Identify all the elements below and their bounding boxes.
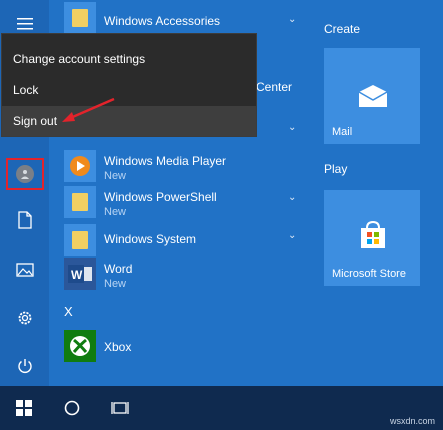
app-name: Windows System: [104, 232, 197, 246]
list-item-word[interactable]: W Word New: [60, 254, 310, 298]
svg-text:W: W: [71, 268, 83, 282]
pictures-icon: [15, 263, 34, 277]
word-icon: W: [68, 265, 92, 283]
lock-item[interactable]: Lock: [2, 75, 256, 105]
app-name: Windows Accessories: [104, 14, 221, 28]
app-tile: [64, 330, 96, 362]
taskbar: wsxdn.com: [0, 386, 443, 430]
folder-icon: [72, 193, 88, 211]
folder-icon: [72, 9, 88, 27]
create-header: Create: [324, 22, 361, 36]
start-menu: Windows Accessories ⌄ Center ⌄ Windows M…: [0, 0, 443, 386]
pointer-arrow-annotation: [62, 97, 115, 122]
tiles-panel: Create Mail Play Microsoft Store: [318, 0, 443, 386]
app-name: Center: [256, 80, 293, 94]
documents-button[interactable]: [0, 200, 49, 240]
highlight-frame: [5, 158, 44, 190]
app-new-badge: New: [104, 278, 127, 290]
user-icon: [15, 165, 34, 183]
store-icon: [361, 220, 385, 248]
start-button[interactable]: [0, 386, 48, 430]
documents-icon: [17, 211, 32, 229]
app-tile: [64, 150, 96, 182]
search-circle-icon: [64, 400, 80, 416]
app-tile: [64, 2, 96, 34]
app-new-badge: New: [104, 206, 127, 218]
app-name: Windows PowerShell: [104, 190, 217, 204]
chevron-down-icon[interactable]: ⌄: [288, 122, 296, 133]
pictures-button[interactable]: [0, 250, 49, 290]
power-button[interactable]: [0, 346, 49, 386]
mail-tile[interactable]: Mail: [324, 48, 420, 144]
chevron-down-icon[interactable]: ⌄: [288, 230, 296, 241]
app-tile: [64, 186, 96, 218]
mail-icon: [358, 85, 388, 107]
list-item-xbox[interactable]: Xbox: [60, 326, 310, 370]
watermark: wsxdn.com: [389, 416, 435, 426]
hamburger-icon: [16, 18, 33, 30]
chevron-down-icon[interactable]: ⌄: [288, 192, 296, 203]
app-tile: [64, 224, 96, 256]
sign-out-item[interactable]: Sign out: [2, 106, 256, 136]
app-name: Word: [104, 262, 133, 276]
mail-label: Mail: [332, 126, 353, 138]
xbox-icon: [70, 336, 90, 356]
store-tile[interactable]: Microsoft Store: [324, 190, 420, 286]
chevron-down-icon[interactable]: ⌄: [288, 14, 296, 25]
user-account-button[interactable]: [0, 154, 49, 194]
play-header: Play: [324, 162, 348, 176]
account-context-menu: Change account settings Lock Sign out: [1, 33, 257, 137]
app-name: Xbox: [104, 340, 132, 354]
task-view-icon: [111, 402, 129, 414]
folder-icon: [72, 231, 88, 249]
settings-icon: [18, 311, 31, 325]
section-letter-x[interactable]: X: [64, 304, 73, 319]
power-icon: [17, 359, 32, 373]
change-account-settings-item[interactable]: Change account settings: [2, 44, 256, 74]
media-player-icon: [70, 156, 90, 176]
search-button[interactable]: [48, 386, 96, 430]
task-view-button[interactable]: [96, 386, 144, 430]
app-tile: W: [64, 258, 96, 290]
store-label: Microsoft Store: [332, 268, 406, 280]
settings-button[interactable]: [0, 298, 49, 338]
app-new-badge: New: [104, 170, 127, 182]
windows-logo-icon: [16, 400, 32, 416]
app-name: Windows Media Player: [104, 154, 227, 168]
